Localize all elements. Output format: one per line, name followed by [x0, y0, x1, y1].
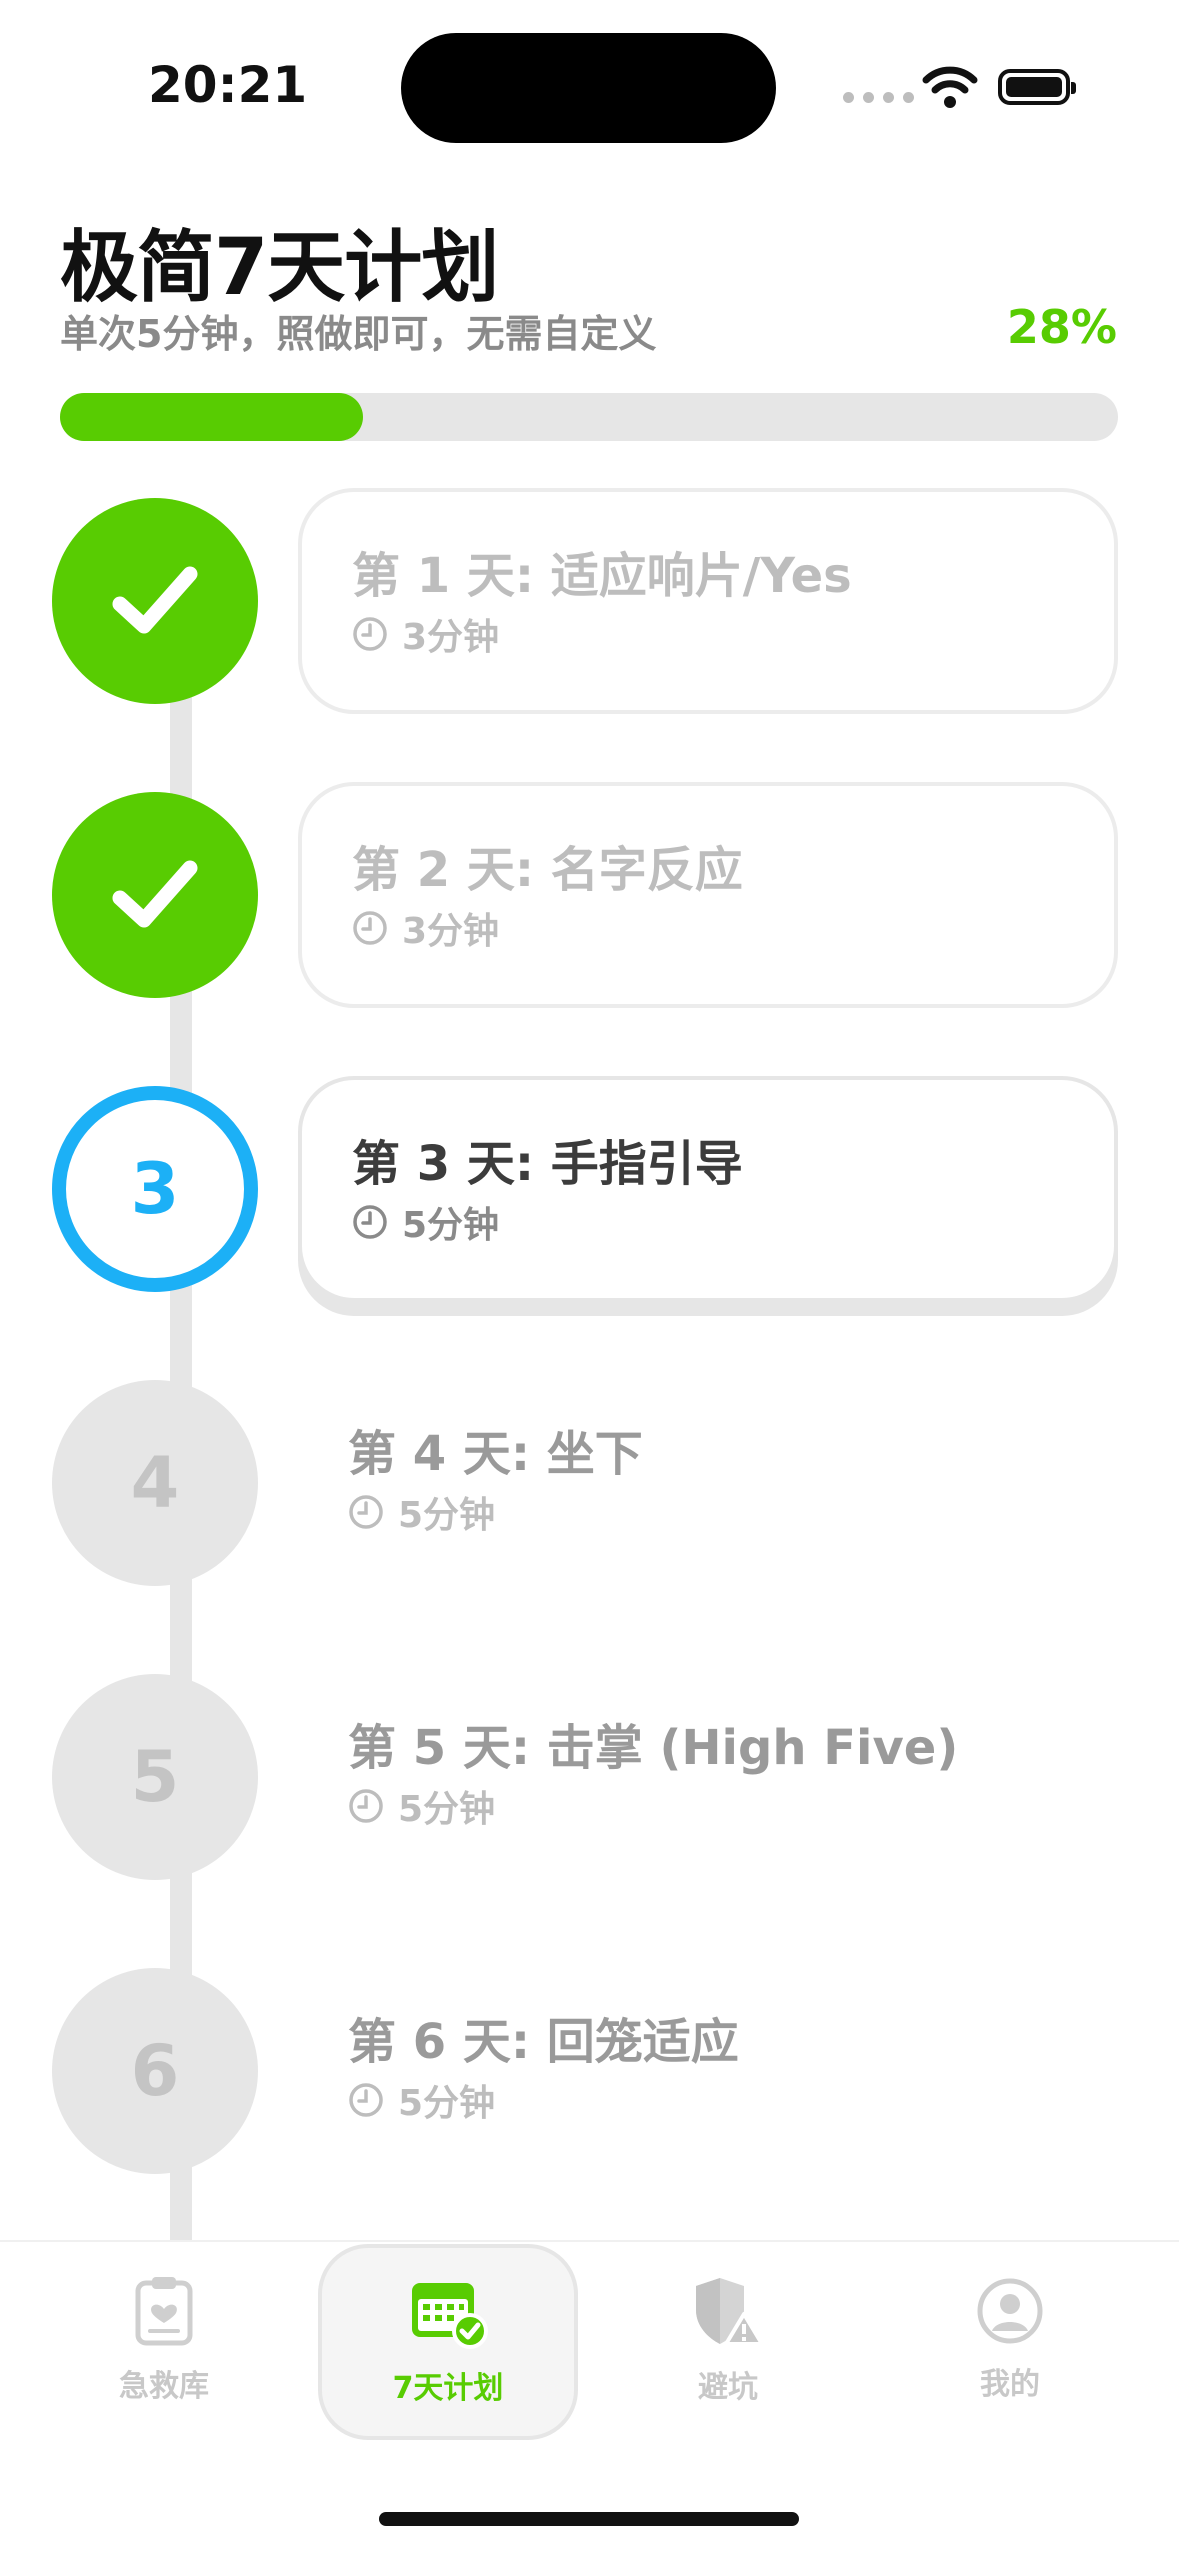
duration-text: 5分钟: [398, 1789, 496, 1830]
duration-text: 5分钟: [402, 1205, 500, 1246]
progress-track: [60, 393, 1118, 441]
step-duration: 3分钟: [352, 608, 499, 660]
calendar-check-icon: [412, 2283, 488, 2349]
plan-step-1[interactable]: 第 1 天: 适应响片/Yes 3分钟: [0, 488, 1179, 738]
step-duration: 3分钟: [352, 902, 499, 954]
tab-label: 急救库: [119, 2369, 209, 2404]
step-title: 第 3 天: 手指引导: [352, 1136, 743, 1192]
plan-step-5: 5 第 5 天: 击掌 (High Five) 5分钟: [0, 1674, 1179, 1914]
tab-pitfalls[interactable]: 避坑: [598, 2242, 858, 2438]
home-indicator: [379, 2512, 799, 2526]
step-duration: 5分钟: [348, 1486, 495, 1538]
tab-profile[interactable]: 我的: [880, 2242, 1140, 2438]
step-card: 第 4 天: 坐下 5分钟: [298, 1370, 1118, 1596]
step-card: 第 5 天: 击掌 (High Five) 5分钟: [298, 1664, 1118, 1890]
clock-icon: [349, 1789, 383, 1823]
duration-text: 5分钟: [398, 1495, 496, 1536]
person-circle-icon: [977, 2278, 1043, 2344]
plan-step-2[interactable]: 第 2 天: 名字反应 3分钟: [0, 782, 1179, 1032]
progress-percent: 28%: [1006, 300, 1117, 354]
plan-step-6: 6 第 6 天: 回笼适应 5分钟: [0, 1968, 1179, 2208]
checkmark-icon: [112, 566, 198, 634]
status-time: 20:21: [148, 56, 308, 114]
progress-fill: [60, 393, 363, 441]
step-complete-badge: [52, 498, 258, 704]
dynamic-island: [401, 33, 776, 143]
step-title: 第 1 天: 适应响片/Yes: [352, 548, 852, 604]
step-title: 第 6 天: 回笼适应: [348, 2014, 739, 2070]
step-duration: 5分钟: [352, 1196, 499, 1248]
clipboard-heart-icon: [135, 2277, 193, 2346]
shield-warning-icon: [696, 2278, 764, 2346]
clock-icon: [353, 1205, 387, 1239]
clock-icon: [353, 911, 387, 945]
step-complete-badge: [52, 792, 258, 998]
wifi-icon: [922, 66, 978, 108]
clock-icon: [353, 617, 387, 651]
page-title: 极简7天计划: [60, 223, 499, 313]
duration-text: 5分钟: [398, 2083, 496, 2124]
step-card[interactable]: 第 2 天: 名字反应 3分钟: [298, 782, 1118, 1008]
step-card: 第 6 天: 回笼适应 5分钟: [298, 1958, 1118, 2184]
step-number-badge: 5: [52, 1674, 258, 1880]
clock-icon: [349, 1495, 383, 1529]
step-number-badge: 4: [52, 1380, 258, 1586]
tab-first-aid[interactable]: 急救库: [34, 2242, 294, 2438]
cellular-signal-icon: [843, 92, 914, 103]
clock-icon: [349, 2083, 383, 2117]
plan-step-3[interactable]: 3 第 3 天: 手指引导 5分钟: [0, 1076, 1179, 1326]
duration-text: 3分钟: [402, 911, 500, 952]
step-card[interactable]: 第 1 天: 适应响片/Yes 3分钟: [298, 488, 1118, 714]
tab-7-day-plan[interactable]: 7天计划: [318, 2244, 578, 2440]
step-title: 第 2 天: 名字反应: [352, 842, 743, 898]
tab-label: 避坑: [698, 2370, 758, 2405]
checkmark-icon: [112, 860, 198, 928]
step-number-badge: 3: [52, 1086, 258, 1292]
tab-bar: 急救库 7天计划 避坑 我的: [0, 2240, 1179, 2558]
duration-text: 3分钟: [402, 617, 500, 658]
battery-icon: [998, 69, 1076, 105]
step-duration: 5分钟: [348, 1780, 495, 1832]
tab-label: 我的: [980, 2367, 1040, 2402]
step-title: 第 4 天: 坐下: [348, 1426, 643, 1482]
step-duration: 5分钟: [348, 2074, 495, 2126]
step-card[interactable]: 第 3 天: 手指引导 5分钟: [298, 1076, 1118, 1302]
plan-step-4: 4 第 4 天: 坐下 5分钟: [0, 1380, 1179, 1620]
step-title: 第 5 天: 击掌 (High Five): [348, 1720, 959, 1776]
step-number-badge: 6: [52, 1968, 258, 2174]
page-subtitle: 单次5分钟，照做即可，无需自定义: [60, 312, 657, 356]
tab-label: 7天计划: [392, 2371, 504, 2406]
